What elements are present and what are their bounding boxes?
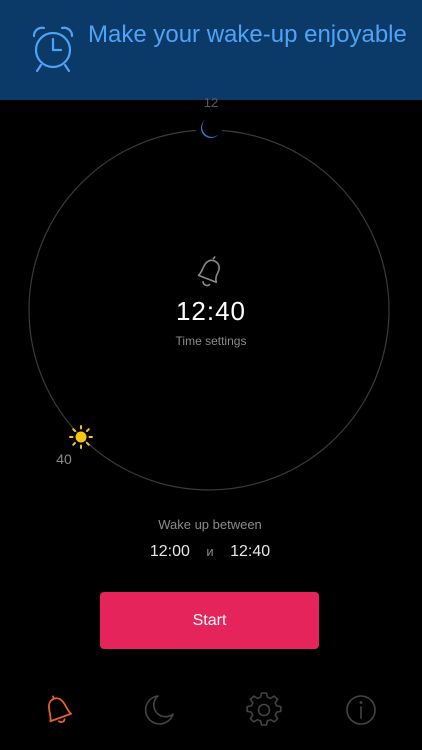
moon-icon: [144, 695, 174, 725]
dial-tick-label-bottom-left: 40: [56, 451, 72, 467]
time-settings-label[interactable]: Time settings: [111, 334, 311, 348]
sun-handle[interactable]: [69, 425, 93, 449]
wake-range-conjunction: и: [206, 544, 214, 559]
wake-to-time: 12:40: [230, 543, 271, 560]
selected-time: 12:40: [175, 296, 247, 326]
tab-info[interactable]: [343, 692, 379, 728]
bell-icon: [197, 256, 220, 287]
info-icon: [346, 695, 376, 725]
tab-sleep[interactable]: [141, 692, 177, 728]
tab-bar: [0, 680, 422, 740]
wake-window-label: Wake up between: [158, 517, 262, 532]
promo-banner: Make your wake-up enjoyable: [0, 0, 422, 100]
wake-from-time: 12:00: [149, 543, 190, 560]
tab-settings[interactable]: [246, 692, 282, 728]
moon-handle[interactable]: [196, 116, 222, 142]
alarm-clock-icon: [32, 26, 74, 73]
bell-icon: [48, 695, 72, 724]
sun-icon: [75, 431, 87, 443]
tab-alarm[interactable]: [40, 692, 76, 728]
banner-headline: Make your wake-up enjoyable: [88, 21, 407, 48]
dial-tick-label-top: 12: [203, 95, 219, 110]
start-button[interactable]: Start: [100, 592, 319, 649]
wake-window-range: 12:00 и 12:40: [60, 542, 360, 562]
screen: Make your wake-up enjoyable 12 40 12:40 …: [0, 0, 422, 750]
gear-icon: [246, 692, 282, 726]
